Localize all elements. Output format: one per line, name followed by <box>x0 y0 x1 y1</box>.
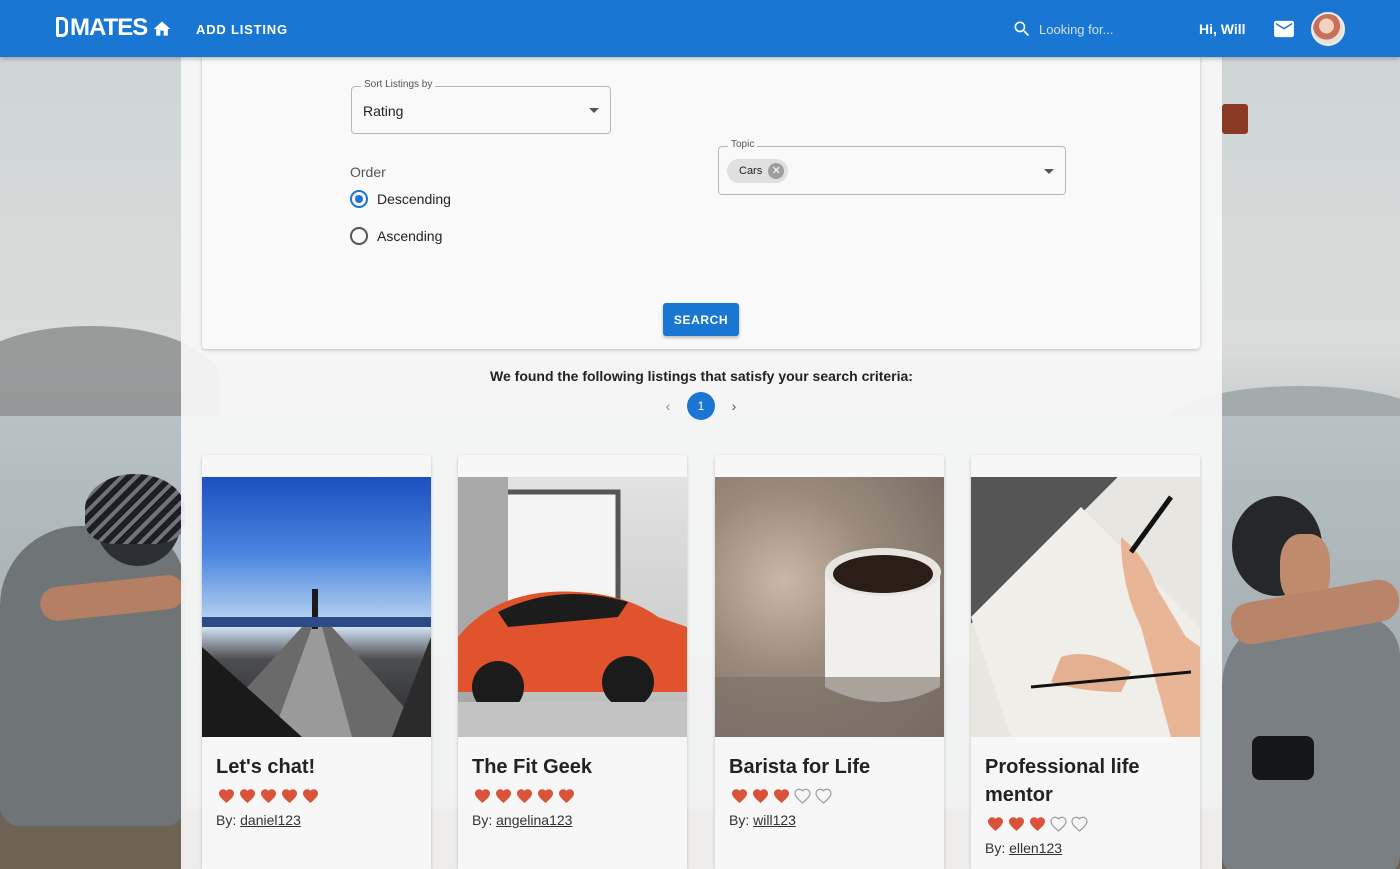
search-filters-card: Sort Listings by Rating Order Descending… <box>202 57 1200 349</box>
chevron-left-icon[interactable]: ‹ <box>660 398 676 414</box>
page-number-button[interactable]: 1 <box>687 392 715 420</box>
topic-select-label: Topic <box>728 139 758 150</box>
radio-descending[interactable] <box>350 190 368 208</box>
heart-filled-icon <box>1009 817 1024 832</box>
search-icon[interactable] <box>1012 19 1032 39</box>
rating-hearts <box>217 787 320 805</box>
search-input[interactable] <box>1039 17 1159 41</box>
order-ascending-option[interactable]: Ascending <box>350 227 442 245</box>
listing-card[interactable]: Let's chat! By: daniel123 <box>202 455 431 869</box>
sort-select-label: Sort Listings by <box>361 79 436 90</box>
listing-author: By: daniel123 <box>216 812 301 828</box>
order-label: Order <box>350 164 386 180</box>
results-message: We found the following listings that sat… <box>490 368 913 384</box>
listing-image <box>202 477 431 737</box>
sort-select-value: Rating <box>363 103 404 119</box>
avatar[interactable] <box>1311 12 1345 46</box>
heart-filled-icon <box>774 789 789 804</box>
listing-title[interactable]: Professional life mentor <box>985 753 1190 809</box>
heart-filled-icon <box>282 789 297 804</box>
heart-filled-icon <box>559 789 574 804</box>
topic-chip-label: Cars <box>739 165 763 177</box>
heart-filled-icon <box>753 789 768 804</box>
listing-image <box>458 477 687 737</box>
listing-title[interactable]: Let's chat! <box>216 753 421 781</box>
listing-card[interactable]: The Fit Geek By: angelina123 <box>458 455 687 869</box>
heart-filled-icon <box>475 789 490 804</box>
chevron-right-icon[interactable]: › <box>726 398 742 414</box>
listing-author: By: angelina123 <box>472 812 573 828</box>
heart-outline-icon <box>1050 816 1067 832</box>
caret-down-icon <box>1044 169 1054 174</box>
author-link[interactable]: will123 <box>753 812 796 828</box>
heart-outline-icon <box>1071 816 1088 832</box>
radio-descending-label: Descending <box>377 191 451 207</box>
user-greeting: Hi, Will <box>1199 21 1246 37</box>
search-button[interactable]: SEARCH <box>663 303 739 336</box>
topic-chip[interactable]: Cars ✕ <box>727 159 789 183</box>
heart-filled-icon <box>988 817 1003 832</box>
caret-down-icon <box>589 108 599 113</box>
listing-author: By: ellen123 <box>985 840 1063 856</box>
listing-card[interactable]: Professional life mentor By: ellen123 <box>971 455 1200 869</box>
heart-filled-icon <box>261 789 276 804</box>
order-descending-option[interactable]: Descending <box>350 190 451 208</box>
heart-outline-icon <box>794 788 811 804</box>
pagination: ‹ 1 › <box>660 392 750 420</box>
add-listing-link[interactable]: ADD LISTING <box>196 22 288 37</box>
heart-filled-icon <box>303 789 318 804</box>
heart-outline-icon <box>815 788 832 804</box>
mail-icon[interactable] <box>1273 20 1295 38</box>
home-icon[interactable] <box>152 19 172 39</box>
heart-filled-icon <box>538 789 553 804</box>
listing-title[interactable]: The Fit Geek <box>472 753 677 781</box>
logo[interactable]: MATES <box>56 14 148 42</box>
rating-hearts <box>986 815 1089 833</box>
author-link[interactable]: daniel123 <box>240 812 301 828</box>
heart-filled-icon <box>240 789 255 804</box>
app-bar: MATES ADD LISTING Hi, Will <box>0 0 1400 57</box>
listing-image <box>715 477 944 737</box>
heart-filled-icon <box>219 789 234 804</box>
listing-image <box>971 477 1200 737</box>
heart-filled-icon <box>496 789 511 804</box>
topic-select[interactable]: Topic Cars ✕ <box>718 139 1066 195</box>
heart-filled-icon <box>732 789 747 804</box>
radio-ascending-label: Ascending <box>377 228 443 244</box>
heart-filled-icon <box>1030 817 1045 832</box>
rating-hearts <box>473 787 576 805</box>
listing-title[interactable]: Barista for Life <box>729 753 934 781</box>
search-bar <box>1012 17 1162 41</box>
radio-ascending[interactable] <box>350 227 368 245</box>
author-link[interactable]: angelina123 <box>496 812 572 828</box>
sort-select[interactable]: Sort Listings by Rating <box>351 79 611 134</box>
author-link[interactable]: ellen123 <box>1009 840 1062 856</box>
logo-mark-icon <box>56 17 68 37</box>
listing-card[interactable]: Barista for Life By: will123 <box>715 455 944 869</box>
chip-remove-icon[interactable]: ✕ <box>768 163 785 179</box>
listing-author: By: will123 <box>729 812 796 828</box>
heart-filled-icon <box>517 789 532 804</box>
rating-hearts <box>730 787 833 805</box>
